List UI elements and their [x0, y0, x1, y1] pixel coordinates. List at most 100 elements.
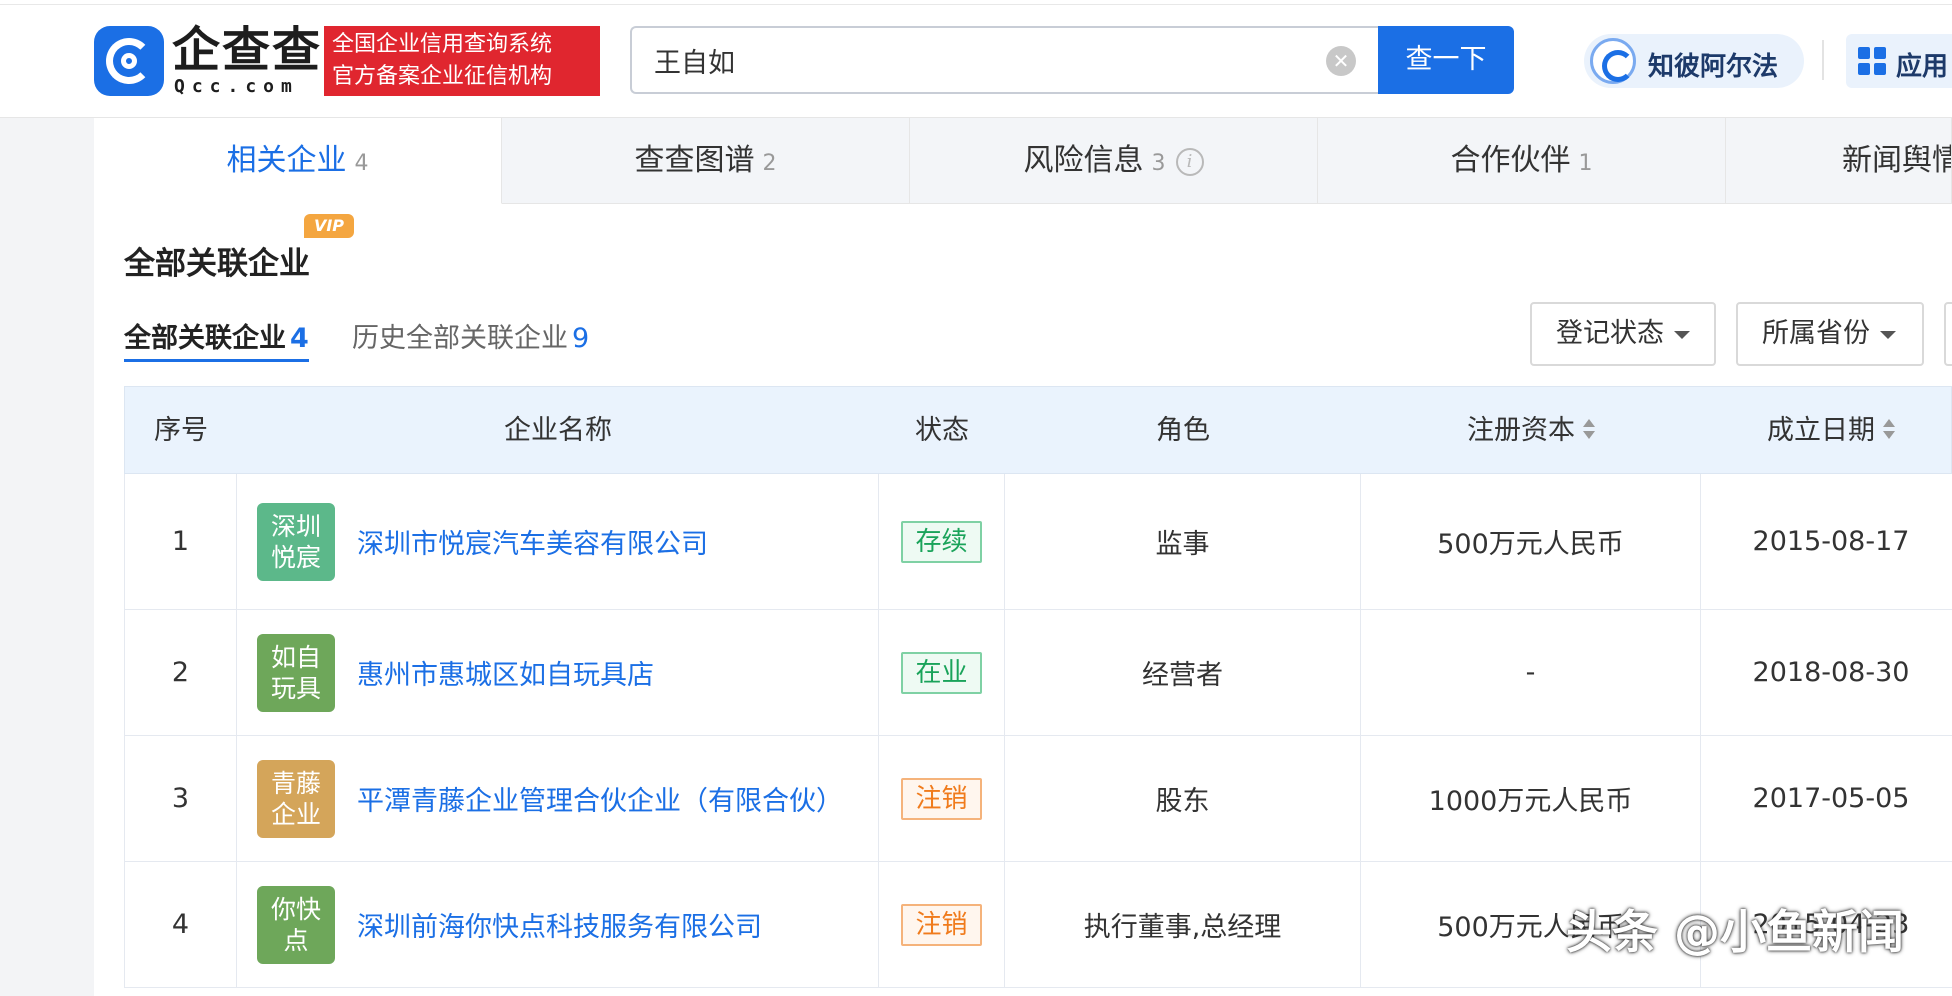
subtab-all-related[interactable]: 全部关联企业 4 [124, 316, 309, 362]
clear-icon[interactable]: ✕ [1326, 46, 1356, 76]
slogan-line-2: 官方备案企业征信机构 [332, 64, 553, 89]
company-logo[interactable]: 如自 玩具 [257, 633, 335, 712]
table-row: 2 如自 玩具 惠州市惠城区如自玩具店 在业 经营者 - 2018-08-30 [124, 610, 1952, 736]
subtab-label: 历史全部关联企业 [352, 323, 568, 354]
status-cell: 注销 [879, 736, 1005, 861]
tab-related-companies[interactable]: 相关企业 4 [94, 118, 502, 204]
apps-button[interactable]: 应用 [1846, 34, 1952, 88]
role-cell: 股东 [1005, 736, 1361, 861]
subtab-history-related[interactable]: 历史全部关联企业 9 [352, 316, 589, 362]
col-capital[interactable]: 注册资本 [1361, 387, 1701, 475]
search-button[interactable]: 查一下 [1378, 26, 1514, 94]
capital-cell: - [1361, 610, 1701, 735]
vip-badge: VIP [304, 214, 354, 238]
logo-line: 青藤 [270, 768, 321, 798]
company-name-link[interactable]: 平潭青藤企业管理合伙企业（有限合伙） [357, 779, 843, 818]
date-cell: 2017-05-05 [1752, 783, 1910, 814]
status-cell: 存续 [879, 474, 1005, 609]
slogan-line-1: 全国企业信用查询系统 [332, 32, 553, 57]
status-cell: 在业 [879, 610, 1005, 735]
logo-line: 玩具 [270, 673, 321, 703]
row-index: 1 [125, 474, 237, 609]
date-cell: 2015-08-17 [1752, 526, 1910, 557]
sort-icon[interactable] [1583, 418, 1595, 441]
caret-down-icon [1880, 330, 1896, 339]
tab-count: 4 [354, 151, 369, 176]
status-badge: 注销 [901, 903, 982, 946]
col-capital-label: 注册资本 [1467, 415, 1575, 446]
col-role: 角色 [1156, 415, 1210, 446]
capital-cell: 1000万元人民币 [1361, 736, 1701, 861]
role-cell: 监事 [1005, 474, 1361, 609]
status-cell: 注销 [879, 862, 1005, 987]
tab-risk-info[interactable]: 风险信息 3 i [910, 118, 1318, 204]
logo-line: 悦宸 [270, 542, 321, 572]
col-index: 序号 [154, 415, 208, 446]
company-logo[interactable]: 你快点 [257, 885, 335, 964]
row-index: 2 [125, 610, 237, 735]
search-box: ✕ [630, 26, 1380, 94]
company-name-link[interactable]: 深圳市悦宸汽车美容有限公司 [357, 522, 708, 561]
tab-bar: 相关企业 4 查查图谱 2 风险信息 3 i 合作伙伴 1 新闻舆情 [94, 118, 1952, 204]
main-card: 相关企业 4 查查图谱 2 风险信息 3 i 合作伙伴 1 新闻舆情 全部关联企业 VIP… [94, 118, 1952, 996]
date-cell: 2018-08-30 [1752, 657, 1910, 688]
search-input[interactable] [654, 40, 1294, 80]
logo-line: 点 [283, 925, 309, 955]
filter-label: 所属省份 [1762, 318, 1870, 349]
row-index: 3 [125, 736, 237, 861]
ai-assistant-label: 知彼阿尔法 [1648, 52, 1779, 82]
top-header: 企查查 Qcc.com 全国企业信用查询系统 官方备案企业征信机构 ✕ 查一下 … [0, 0, 1952, 118]
role-cell: 经营者 [1005, 610, 1361, 735]
col-founded-label: 成立日期 [1767, 415, 1875, 446]
filter-more[interactable] [1944, 302, 1952, 366]
subtab-label: 全部关联企业 [124, 323, 286, 354]
logo-text[interactable]: 企查查 [172, 24, 322, 76]
company-logo[interactable]: 青藤 企业 [257, 759, 335, 838]
table-header: 序号 企业名称 状态 角色 注册资本 成立日期 [124, 386, 1952, 474]
slogan-badge: 全国企业信用查询系统 官方备案企业征信机构 [324, 26, 600, 96]
row-index: 4 [125, 862, 237, 987]
logo-line: 你快 [270, 894, 321, 924]
tab-count: 1 [1578, 151, 1593, 176]
ai-assistant-button[interactable]: 知彼阿尔法 [1584, 34, 1804, 88]
header-divider [1822, 40, 1824, 80]
company-logo[interactable]: 深圳 悦宸 [257, 502, 335, 581]
tab-news[interactable]: 新闻舆情 [1726, 118, 1952, 204]
tab-label: 合作伙伴 [1450, 143, 1571, 178]
col-founded[interactable]: 成立日期 [1701, 387, 1952, 475]
tab-graph[interactable]: 查查图谱 2 [502, 118, 910, 204]
tab-label: 新闻舆情 [1842, 143, 1952, 178]
caret-down-icon [1674, 330, 1690, 339]
qcc-logo-icon[interactable] [94, 26, 164, 96]
col-company-name: 企业名称 [504, 415, 612, 446]
info-icon[interactable]: i [1175, 147, 1204, 176]
top-divider [0, 4, 1952, 5]
tab-count: 2 [762, 151, 777, 176]
role-cell: 执行董事,总经理 [1005, 862, 1361, 987]
ai-logo-icon [1590, 38, 1636, 84]
grid-icon [1858, 47, 1886, 75]
col-status: 状态 [915, 415, 969, 446]
tab-partners[interactable]: 合作伙伴 1 [1318, 118, 1726, 204]
capital-cell: 500万元人民币 [1361, 474, 1701, 609]
company-cell: 你快点 深圳前海你快点科技服务有限公司 [237, 862, 879, 987]
subtab-count: 9 [572, 323, 590, 354]
sort-icon[interactable] [1883, 418, 1895, 441]
company-cell: 如自 玩具 惠州市惠城区如自玩具店 [237, 610, 879, 735]
section-title: 全部关联企业 [124, 246, 310, 282]
filter-registration-status[interactable]: 登记状态 [1530, 302, 1716, 366]
logo-line: 如自 [270, 642, 321, 672]
tab-label: 查查图谱 [634, 143, 755, 178]
company-name-link[interactable]: 深圳前海你快点科技服务有限公司 [357, 905, 762, 944]
status-badge: 在业 [901, 651, 982, 694]
filter-province[interactable]: 所属省份 [1736, 302, 1924, 366]
source-watermark: 头条 @小鱼新闻 [1566, 905, 1905, 959]
company-name-link[interactable]: 惠州市惠城区如自玩具店 [357, 653, 654, 692]
table-row: 1 深圳 悦宸 深圳市悦宸汽车美容有限公司 存续 监事 500万元人民币 2015… [124, 474, 1952, 610]
status-badge: 存续 [901, 520, 982, 563]
logo-subtext: Qcc.com [174, 76, 299, 97]
apps-label: 应用 [1896, 52, 1949, 82]
filter-label: 登记状态 [1556, 318, 1664, 349]
table-row: 3 青藤 企业 平潭青藤企业管理合伙企业（有限合伙） 注销 股东 1000万元人民… [124, 736, 1952, 862]
tab-label: 相关企业 [226, 143, 347, 178]
